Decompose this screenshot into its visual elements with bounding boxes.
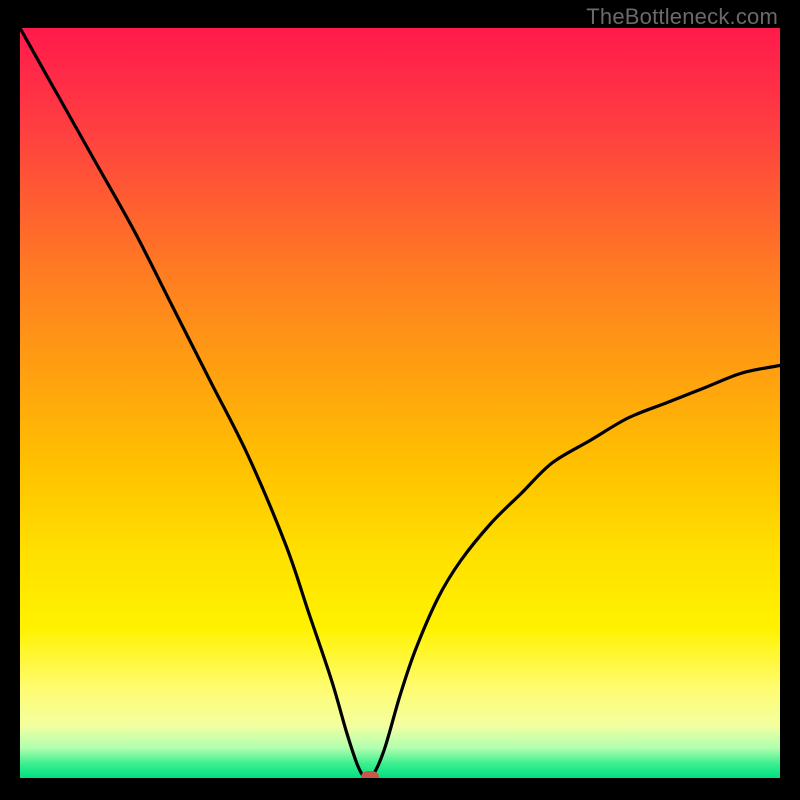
chart-plot-area xyxy=(20,28,780,778)
curve-path xyxy=(20,28,780,778)
bottleneck-curve xyxy=(20,28,780,778)
watermark-text: TheBottleneck.com xyxy=(586,4,778,30)
notch-marker xyxy=(361,771,379,778)
